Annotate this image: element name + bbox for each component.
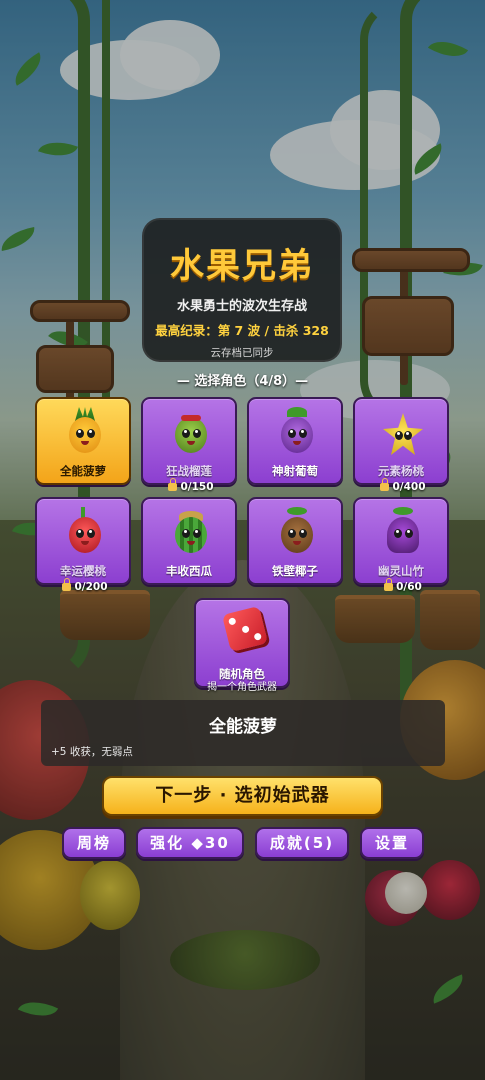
character-name: 丰收西瓜: [166, 564, 212, 578]
pineapple-icon: [65, 407, 105, 461]
selected-character-perk: +5 收获，无弱点: [51, 746, 133, 758]
unlock-progress: 0/150: [143, 478, 239, 493]
coconut-icon: [277, 507, 317, 561]
character-card-durian[interactable]: 狂战榴莲 0/150: [141, 397, 237, 493]
unlock-progress: 0/60: [355, 578, 451, 593]
character-select-header: — 选择角色（4/8）—: [176, 374, 309, 389]
cloud-save-status: 云存档已同步: [210, 347, 274, 359]
lock-icon: [380, 478, 390, 491]
character-name: 元素杨桃: [378, 464, 424, 478]
character-card-pineapple[interactable]: 全能菠萝: [35, 397, 131, 485]
character-name: 狂战榴莲: [166, 464, 212, 478]
grape-icon: [277, 407, 317, 461]
character-name: 神射葡萄: [272, 464, 318, 478]
game-title: 水果兄弟: [170, 246, 314, 286]
character-card-coconut[interactable]: 铁壁椰子: [247, 497, 343, 585]
watermelon-icon: [171, 507, 211, 561]
unlock-progress: 0/200: [37, 578, 133, 593]
lock-icon: [62, 578, 72, 591]
character-card-starfruit[interactable]: 元素杨桃 0/400: [353, 397, 449, 493]
selected-character-name: 全能菠萝: [209, 717, 277, 737]
durian-icon: [171, 407, 211, 461]
achievements-button[interactable]: 成就(5): [255, 827, 349, 859]
character-name: 幽灵山竹: [378, 564, 424, 578]
weekly-leaderboard-button[interactable]: 周榜: [62, 827, 126, 859]
character-card-grape[interactable]: 神射葡萄: [247, 397, 343, 485]
character-description-panel: 全能菠萝 +5 收获，无弱点: [41, 700, 445, 766]
lock-icon: [384, 578, 394, 591]
character-name: 铁壁椰子: [272, 564, 318, 578]
cherry-icon: [65, 507, 105, 561]
lock-icon: [168, 478, 178, 491]
character-card-watermelon[interactable]: 丰收西瓜: [141, 497, 237, 585]
settings-button[interactable]: 设置: [360, 827, 424, 859]
character-name: 幸运樱桃: [60, 564, 106, 578]
random-subtitle: 揭一个角色武器: [207, 682, 277, 693]
title-panel: 水果兄弟 水果勇士的波次生存战 最高纪录：第 7 波 / 击杀 328 云存档已…: [142, 218, 342, 362]
upgrade-button[interactable]: 强化 ◆30: [136, 827, 244, 859]
character-name: 全能菠萝: [60, 464, 106, 478]
character-card-random[interactable]: 随机角色 揭一个角色武器: [194, 598, 290, 693]
game-subtitle: 水果勇士的波次生存战: [176, 299, 307, 314]
best-record: 最高纪录：第 7 波 / 击杀 328: [155, 323, 329, 338]
dice-icon: [221, 605, 269, 653]
starfruit-icon: [383, 407, 423, 461]
unlock-progress: 0/400: [355, 478, 451, 493]
character-card-mangosteen[interactable]: 幽灵山竹 0/60: [353, 497, 449, 593]
mangosteen-icon: [383, 507, 423, 561]
next-step-button[interactable]: 下一步 · 选初始武器: [102, 776, 383, 816]
character-card-cherry[interactable]: 幸运樱桃 0/200: [35, 497, 131, 593]
